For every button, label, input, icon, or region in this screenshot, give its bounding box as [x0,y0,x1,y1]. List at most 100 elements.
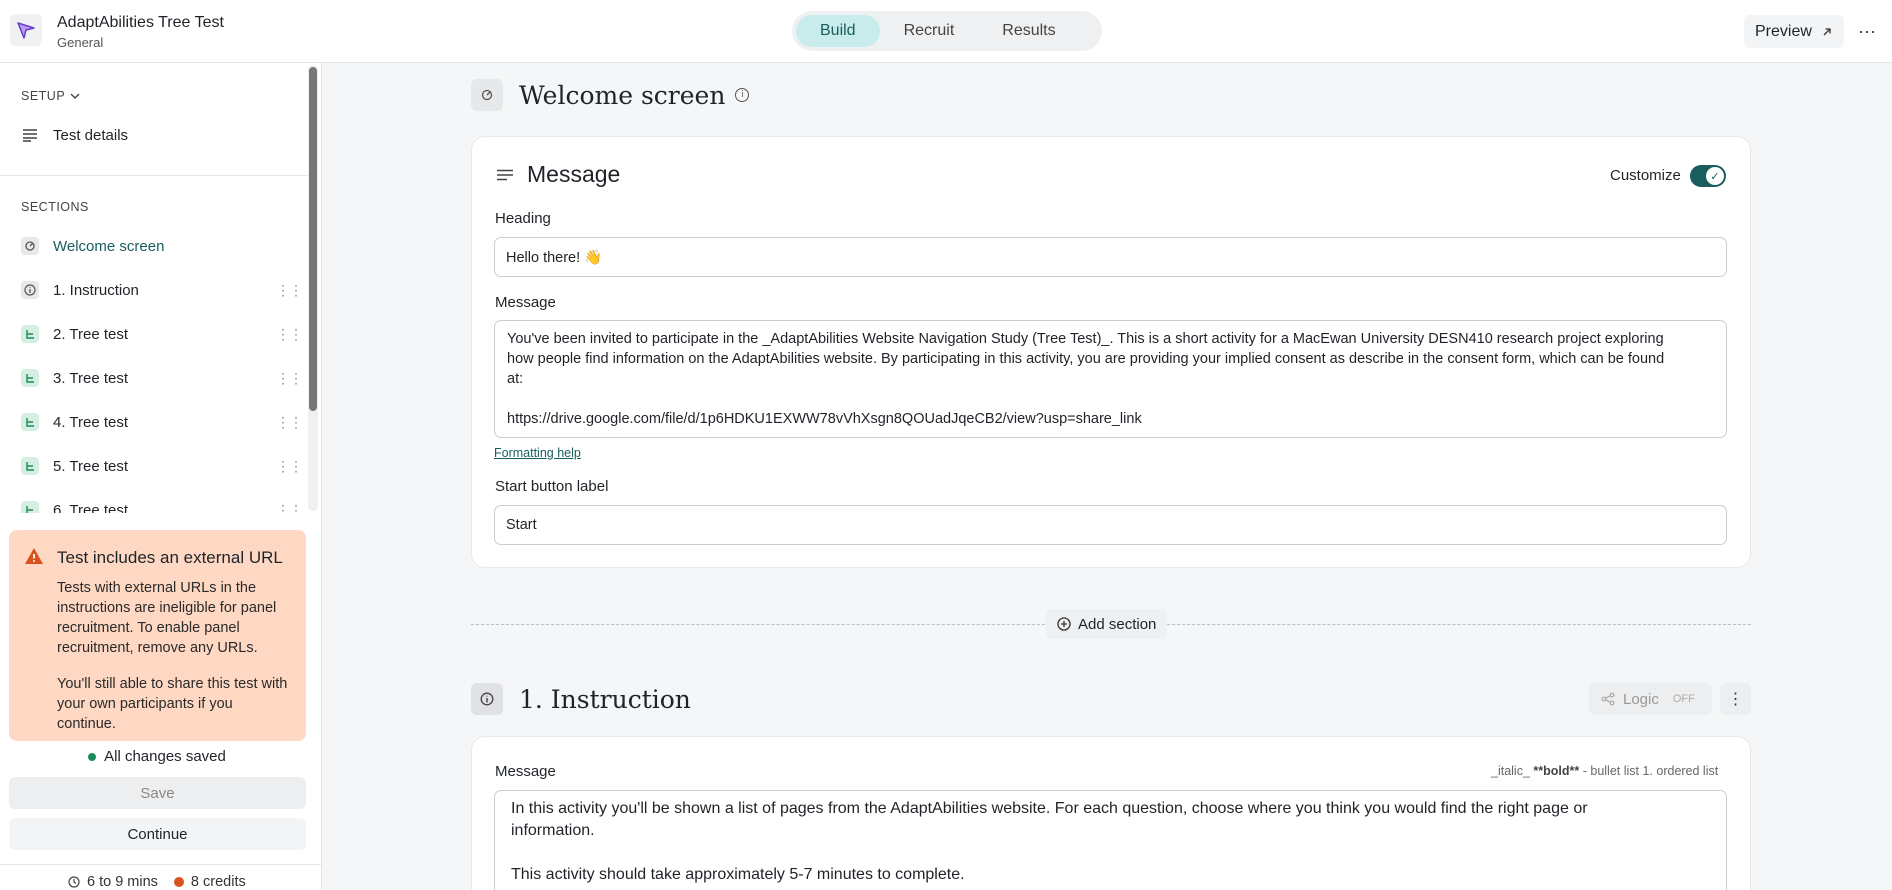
drag-handle-icon[interactable]: ⋮⋮ [276,370,303,387]
welcome-icon [21,237,39,255]
start-button-input[interactable]: Start [494,505,1727,545]
sidebar-item-label: 5. Tree test [53,457,129,475]
add-section-button[interactable]: Add section [1046,609,1168,639]
tree-icon [21,457,39,475]
sidebar-item-welcome-screen[interactable]: Welcome screen [0,226,300,266]
clock-icon [68,876,80,888]
warning-icon [25,548,43,564]
message-line: You've been invited to participate in th… [507,331,1664,347]
instruction-message-textarea[interactable]: In this activity you'll be shown a list … [494,790,1727,890]
sidebar-item-label: 3. Tree test [53,369,129,387]
message-line: at: [507,371,524,387]
logic-label: Logic [1623,690,1659,708]
divider [0,175,308,176]
sidebar-item-label: Test details [53,126,129,144]
setup-label[interactable]: SETUP [21,89,80,103]
formatting-help-link[interactable]: Formatting help [494,446,581,460]
top-bar: AdaptAbilities Tree Test General Build R… [0,0,1892,63]
hint-italic: _italic_ [1491,764,1530,778]
save-button[interactable]: Save [9,777,306,809]
warning-title: Test includes an external URL [57,548,283,567]
duration-text: 6 to 9 mins [87,874,158,890]
save-status-text: All changes saved [104,748,226,765]
sidebar-item-tree-test-3[interactable]: 3. Tree test ⋮⋮ [0,358,303,398]
heading-label: Heading [495,210,551,227]
credits-icon [173,877,184,887]
save-status: All changes saved [0,748,314,765]
sidebar-scroll-area: SETUP Test details SECTIONS Welcome scre… [0,63,322,513]
info-icon[interactable]: i [735,88,750,102]
sidebar-item-label: 2. Tree test [53,325,129,343]
customize-toggle[interactable]: ✓ [1690,165,1726,187]
tab-build[interactable]: Build [796,15,880,47]
lines-icon [21,126,39,144]
sidebar: SETUP Test details SECTIONS Welcome scre… [0,63,322,890]
status-dot [88,752,97,761]
formatting-hint: _italic_ **bold** - bullet list 1. order… [1491,764,1718,778]
section-title: 1. Instruction [519,684,691,714]
heading-input[interactable]: Hello there! 👋 [494,237,1727,277]
chevron-down-icon [70,93,80,99]
instruction-section-header: 1. Instruction [471,683,691,715]
info-icon [21,281,39,299]
sidebar-item-tree-test-2[interactable]: 2. Tree test ⋮⋮ [0,314,303,354]
message-label: Message [495,294,556,311]
page-title: Welcome screen [519,80,726,110]
sidebar-item-instruction[interactable]: 1. Instruction ⋮⋮ [0,270,303,310]
drag-handle-icon[interactable]: ⋮⋮ [276,502,303,514]
drag-handle-icon[interactable]: ⋮⋮ [276,326,303,343]
divider [0,864,322,865]
logic-button[interactable]: Logic OFF [1589,683,1712,715]
plus-circle-icon [1057,617,1071,631]
message-line: https://drive.google.com/file/d/1p6HDKU1… [507,411,1142,427]
external-link-icon [1823,27,1831,35]
sidebar-item-tree-test-4[interactable]: 4. Tree test ⋮⋮ [0,402,303,442]
section-options-icon[interactable]: ⋮ [1720,683,1751,715]
setup-label-text: SETUP [21,89,66,103]
main-content: Welcome screen i Message Customize ✓ Hea… [323,63,1892,890]
preview-button[interactable]: Preview [1744,15,1844,48]
welcome-section-header: Welcome screen i [471,79,750,111]
tree-icon [21,369,39,387]
preview-label: Preview [1755,22,1812,40]
drag-handle-icon[interactable]: ⋮⋮ [276,414,303,431]
tab-recruit[interactable]: Recruit [880,15,979,47]
message-label: Message [495,763,556,780]
credits-text: 8 credits [190,874,246,890]
mode-tabs: Build Recruit Results [792,11,1102,51]
customize-label: Customize [1610,167,1681,184]
lines-icon [497,169,513,181]
message-line: how people find information on the Adapt… [507,351,1665,367]
more-options-icon[interactable]: ··· [1854,15,1880,48]
app-title: AdaptAbilities Tree Test [57,14,224,31]
sidebar-item-tree-test-5[interactable]: 5. Tree test ⋮⋮ [0,446,303,486]
warning-text: Tests with external URLs in the instruct… [57,580,277,656]
continue-button[interactable]: Continue [9,818,306,850]
sidebar-item-label: 6. Tree test [53,501,129,514]
tree-icon [21,413,39,431]
info-icon [471,683,503,715]
scrollbar-thumb[interactable] [309,67,317,411]
logic-state-badge: OFF [1672,693,1695,705]
welcome-message-textarea[interactable]: You've been invited to participate in th… [494,320,1727,438]
sidebar-item-tree-test-6[interactable]: 6. Tree test ⋮⋮ [0,490,303,514]
logic-icon [1601,692,1615,706]
welcome-icon [471,79,503,111]
message-line: In this activity you'll be shown a list … [511,800,1588,817]
sections-label: SECTIONS [21,200,89,214]
app-subtitle: General [57,35,104,50]
tab-results[interactable]: Results [978,15,1079,47]
sidebar-item-test-details[interactable]: Test details [0,115,300,155]
sidebar-item-label: 1. Instruction [53,281,139,299]
sidebar-item-label: Welcome screen [53,237,165,255]
message-line: This activity should take approximately … [511,866,965,883]
drag-handle-icon[interactable]: ⋮⋮ [276,458,303,475]
tree-icon [21,325,39,343]
check-icon: ✓ [1706,167,1724,185]
hint-rest: - bullet list 1. ordered list [1582,764,1719,778]
drag-handle-icon[interactable]: ⋮⋮ [276,282,303,299]
app-logo-icon[interactable] [10,14,42,46]
test-estimate: 6 to 9 mins 8 credits [68,874,246,890]
tree-icon [21,501,39,513]
sidebar-item-label: 4. Tree test [53,413,129,431]
